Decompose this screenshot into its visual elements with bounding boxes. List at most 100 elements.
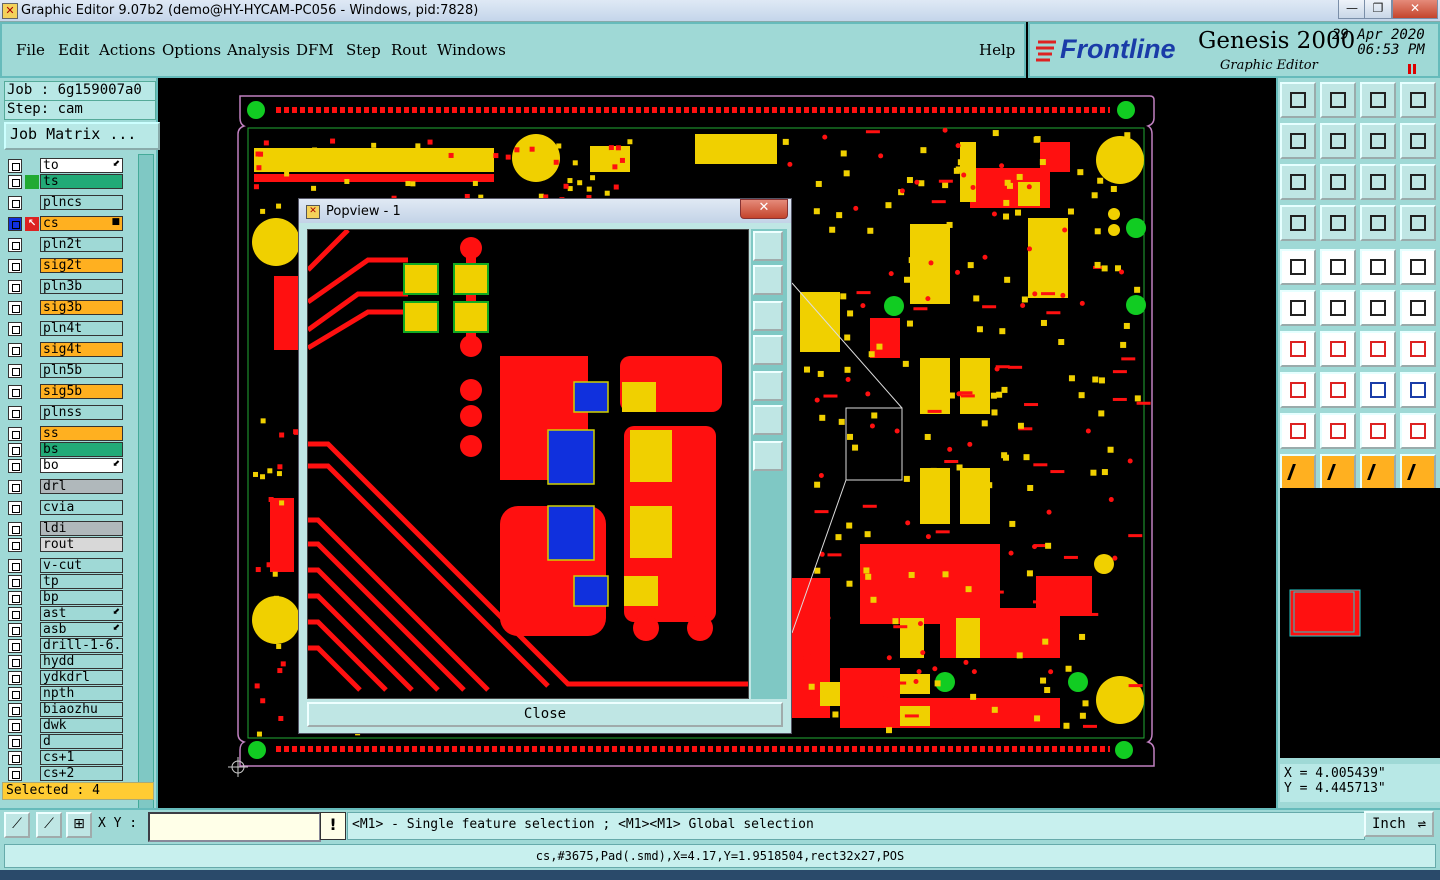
help-icon[interactable] <box>1400 164 1436 200</box>
layer-checkbox[interactable] <box>8 343 22 357</box>
minimize-button[interactable]: — <box>1338 0 1366 19</box>
edit-cursor-icon[interactable] <box>1360 454 1396 490</box>
layer-checkbox[interactable] <box>8 501 22 515</box>
layer-name[interactable]: pln2t <box>40 237 123 252</box>
layer-row-ldi[interactable]: ldi <box>8 521 125 536</box>
layer-list-scrollbar[interactable] <box>138 154 154 856</box>
layer-checkbox[interactable] <box>8 480 22 494</box>
layer-row-sig5b[interactable]: sig5b <box>8 384 125 399</box>
arc-icon[interactable] <box>1360 331 1396 367</box>
grid-icon[interactable]: ⊞ <box>66 812 92 838</box>
layer-name[interactable]: pln3b <box>40 279 123 294</box>
layer-row-tp[interactable]: tp <box>8 574 125 589</box>
layer-checkbox[interactable] <box>8 623 22 637</box>
layer-row-plnss[interactable]: plnss <box>8 405 125 420</box>
layer-name[interactable]: sig2t <box>40 258 123 273</box>
rotate-icon[interactable] <box>1400 123 1436 159</box>
layer-row-npth[interactable]: npth <box>8 686 125 701</box>
measure-icon[interactable]: ⟋ <box>36 812 62 838</box>
layer-name[interactable]: sig5b <box>40 384 123 399</box>
layer-checkbox[interactable] <box>8 196 22 210</box>
layer-name[interactable]: ldi <box>40 521 123 536</box>
layer-row-drill-1-6.a[interactable]: drill-1-6.a <box>8 638 125 653</box>
popview-close-button[interactable]: Close <box>307 702 783 727</box>
menu-analysis[interactable]: Analysis <box>227 41 290 59</box>
layer-checkbox[interactable] <box>8 559 22 573</box>
layer-row-ydkdrl[interactable]: ydkdrl <box>8 670 125 685</box>
layer-name[interactable]: cs ■ <box>40 216 123 231</box>
layer-row-to[interactable]: to ⬋ <box>8 158 125 173</box>
triangle2-icon[interactable] <box>1320 413 1356 449</box>
layer-name[interactable]: plnss <box>40 405 123 420</box>
menu-edit[interactable]: Edit <box>58 41 89 59</box>
layer-checkbox[interactable] <box>8 538 22 552</box>
job-matrix-button[interactable]: Job Matrix ... <box>4 122 160 150</box>
layer-checkbox[interactable] <box>8 301 22 315</box>
layer-name[interactable]: dwk <box>40 718 123 733</box>
layer-name[interactable]: to ⬋ <box>40 158 123 173</box>
layer-row-sig3b[interactable]: sig3b <box>8 300 125 315</box>
layer-name[interactable]: tp <box>40 574 123 589</box>
layer-row-d[interactable]: d <box>8 734 125 749</box>
layer-name[interactable]: sig3b <box>40 300 123 315</box>
layer-name[interactable]: rout <box>40 537 123 552</box>
layer-row-cs[interactable]: ↖ cs ■ <box>8 216 125 231</box>
layer-checkbox[interactable] <box>8 322 22 336</box>
zoom-home-icon[interactable] <box>1320 164 1356 200</box>
ruler-icon[interactable] <box>1360 249 1396 285</box>
home-icon[interactable] <box>1360 82 1396 118</box>
popview-pan-down-icon[interactable] <box>753 301 783 331</box>
layer-row-plncs[interactable]: plncs <box>8 195 125 210</box>
layer-checkbox[interactable] <box>8 259 22 273</box>
layer-checkbox[interactable] <box>8 175 22 189</box>
layer-row-cs+2[interactable]: cs+2 <box>8 766 125 781</box>
layer-checkbox[interactable] <box>8 767 22 781</box>
layer-checkbox[interactable] <box>8 735 22 749</box>
layer-name[interactable]: ts <box>40 174 123 189</box>
layer-toggle-icon[interactable] <box>1400 205 1436 241</box>
pick-icon[interactable] <box>1320 454 1356 490</box>
window-icon[interactable] <box>1400 82 1436 118</box>
popview-zoom-in-icon[interactable] <box>753 405 783 435</box>
zoom-1-2-icon[interactable] <box>1360 164 1396 200</box>
layer-row-bo[interactable]: bo ⬋ <box>8 458 125 473</box>
layer-checkbox[interactable] <box>8 522 22 536</box>
angle-icon[interactable] <box>1280 331 1316 367</box>
layer-name[interactable]: cs+1 <box>40 750 123 765</box>
grid-toggle-icon[interactable] <box>1320 205 1356 241</box>
unit-selector[interactable]: Inch ⇌ <box>1364 811 1434 837</box>
layer-name[interactable]: plncs <box>40 195 123 210</box>
import-icon[interactable] <box>1280 123 1316 159</box>
snap-icon[interactable]: ⟋ <box>4 812 30 838</box>
popview-zoom-fit-icon[interactable] <box>753 231 783 261</box>
layer-row-pln3b[interactable]: pln3b <box>8 279 125 294</box>
layer-row-v-cut[interactable]: v-cut <box>8 558 125 573</box>
layer-row-bs[interactable]: bs <box>8 442 125 457</box>
layer-row-sig4t[interactable]: sig4t <box>8 342 125 357</box>
pad-icon[interactable] <box>1280 249 1316 285</box>
menu-dfm[interactable]: DFM <box>296 41 334 59</box>
snap-icon[interactable] <box>1320 290 1356 326</box>
group-icon[interactable] <box>1400 372 1436 408</box>
popview-pan-left-icon[interactable] <box>753 335 783 365</box>
layer-name[interactable]: ydkdrl <box>40 670 123 685</box>
layer-checkbox[interactable] <box>8 385 22 399</box>
line-icon[interactable] <box>1360 290 1396 326</box>
layer-row-pln5b[interactable]: pln5b <box>8 363 125 378</box>
layer-row-dwk[interactable]: dwk <box>8 718 125 733</box>
layer-row-rout[interactable]: rout <box>8 537 125 552</box>
layer-name[interactable]: drl <box>40 479 123 494</box>
layer-name[interactable]: pln4t <box>40 321 123 336</box>
layer-checkbox[interactable] <box>8 459 22 473</box>
layer-checkbox[interactable] <box>8 443 22 457</box>
text-icon[interactable] <box>1400 331 1436 367</box>
layer-checkbox[interactable] <box>8 364 22 378</box>
menu-options[interactable]: Options <box>162 41 221 59</box>
menu-step[interactable]: Step <box>346 41 381 59</box>
layer-checkbox[interactable] <box>8 639 22 653</box>
layer-name[interactable]: hydd <box>40 654 123 669</box>
measure-icon[interactable] <box>1320 331 1356 367</box>
menu-rout[interactable]: Rout <box>391 41 427 59</box>
layer-name[interactable]: ast ⬋ <box>40 606 123 621</box>
layer-row-sig2t[interactable]: sig2t <box>8 258 125 273</box>
